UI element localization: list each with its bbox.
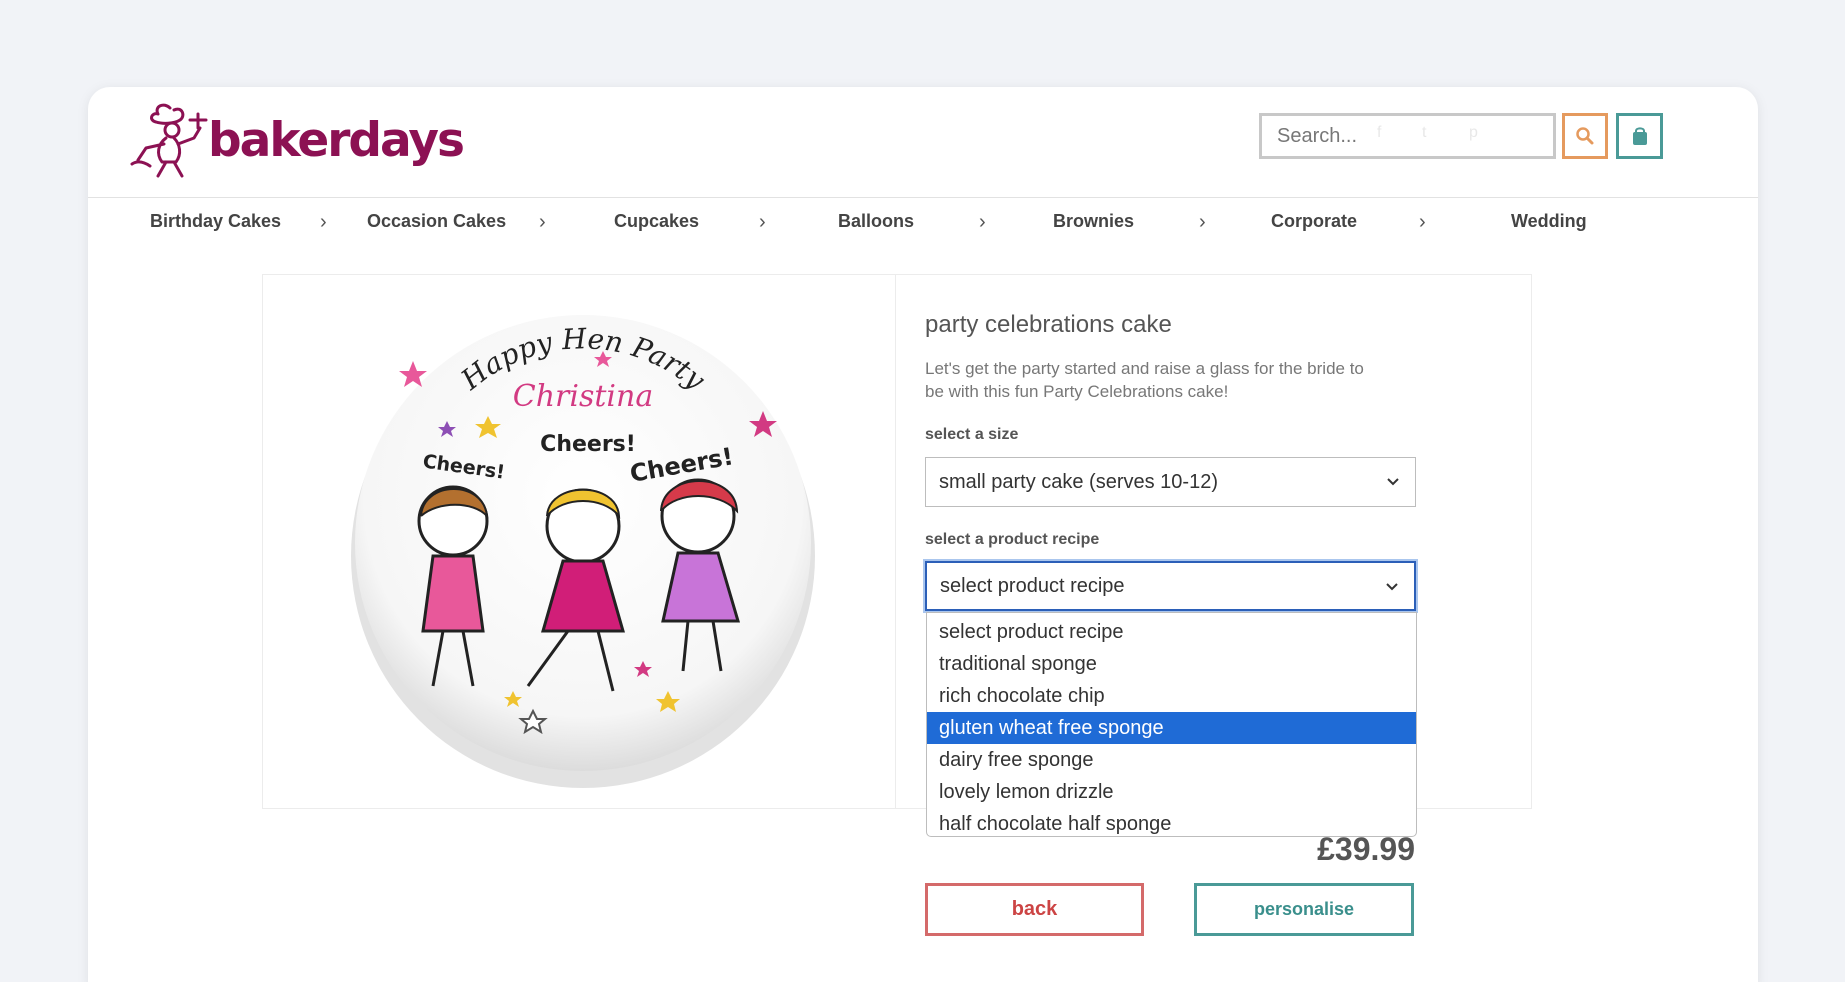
pinterest-icon[interactable]: p (1469, 124, 1478, 142)
nav-birthday-cakes[interactable]: Birthday Cakes (150, 211, 281, 232)
baker-mascot-icon (130, 103, 208, 178)
size-select-value: small party cake (serves 10-12) (939, 470, 1218, 493)
size-label: select a size (925, 426, 1019, 443)
brand-logo[interactable]: bakerdays (128, 100, 465, 180)
product-description: Let's get the party started and raise a … (925, 359, 1364, 401)
main-nav: Birthday Cakes › Occasion Cakes › Cupcak… (88, 199, 1758, 249)
chevron-right-icon: › (1419, 211, 1426, 233)
brand-name: bakerdays (208, 112, 465, 168)
chevron-down-icon (1386, 583, 1398, 591)
nav-corporate[interactable]: Corporate (1271, 211, 1357, 232)
search-button[interactable] (1562, 113, 1608, 159)
recipe-option[interactable]: rich chocolate chip (927, 680, 1416, 712)
cheers-text: Cheers! (540, 432, 636, 457)
browser-window: bakerdays Birthday Cakes › Occasion Cake… (88, 87, 1758, 982)
chevron-down-icon (1387, 478, 1399, 486)
nav-wedding[interactable]: Wedding (1511, 211, 1587, 232)
nav-cupcakes[interactable]: Cupcakes (614, 211, 699, 232)
chevron-right-icon: › (979, 211, 986, 233)
shopping-bag-icon (1632, 127, 1647, 145)
cart-button[interactable] (1616, 113, 1663, 159)
facebook-icon[interactable]: f (1377, 124, 1381, 142)
nav-brownies[interactable]: Brownies (1053, 211, 1134, 232)
recipe-select-value: select product recipe (940, 574, 1125, 597)
cake-name-text: Christina (513, 379, 653, 414)
cake-image[interactable]: Happy Hen Party Christina Cheers! Cheers… (343, 291, 823, 791)
search-field[interactable] (1259, 113, 1556, 159)
product-image-panel: Happy Hen Party Christina Cheers! Cheers… (263, 275, 896, 808)
search-input[interactable] (1277, 124, 1553, 148)
recipe-option[interactable]: traditional sponge (927, 648, 1416, 680)
chevron-right-icon: › (1199, 211, 1206, 233)
search-icon (1576, 127, 1594, 145)
personalise-button[interactable]: personalise (1194, 883, 1414, 936)
product-price: £39.99 (1317, 831, 1415, 867)
back-button[interactable]: back (925, 883, 1144, 936)
product-title: party celebrations cake (925, 311, 1172, 338)
nav-occasion-cakes[interactable]: Occasion Cakes (367, 211, 506, 232)
recipe-option-highlighted[interactable]: gluten wheat free sponge (927, 712, 1416, 744)
recipe-dropdown: select product recipe traditional sponge… (926, 612, 1417, 837)
recipe-label: select a product recipe (925, 531, 1100, 548)
recipe-select[interactable]: select product recipe (925, 561, 1416, 611)
site-header: bakerdays (88, 87, 1758, 198)
nav-balloons[interactable]: Balloons (838, 211, 914, 232)
size-select[interactable]: small party cake (serves 10-12) (925, 457, 1416, 507)
recipe-option[interactable]: dairy free sponge (927, 744, 1416, 776)
chevron-right-icon: › (320, 211, 327, 233)
recipe-option[interactable]: lovely lemon drizzle (927, 776, 1416, 808)
chevron-right-icon: › (759, 211, 766, 233)
twitter-icon[interactable]: t (1422, 124, 1426, 142)
chevron-right-icon: › (539, 211, 546, 233)
recipe-option[interactable]: select product recipe (927, 616, 1416, 648)
